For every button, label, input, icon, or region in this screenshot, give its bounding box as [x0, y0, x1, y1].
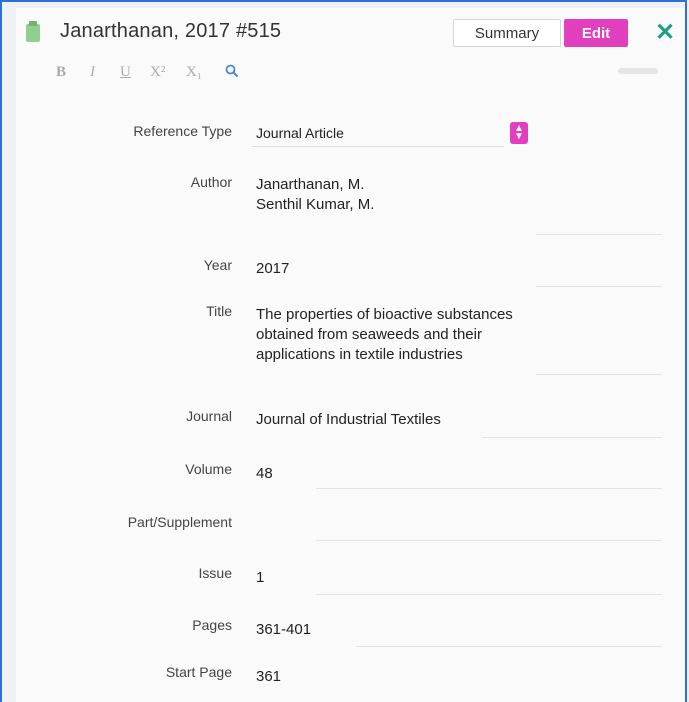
pages-value[interactable]: 361-401 — [256, 620, 311, 640]
superscript-button[interactable]: X² — [150, 64, 165, 81]
reference-title: Janarthanan, 2017 #515 — [60, 20, 282, 42]
summary-button[interactable]: Summary — [453, 19, 561, 47]
journal-label: Journal — [186, 408, 232, 424]
reference-type-value: Journal Article — [256, 125, 344, 141]
bold-button[interactable]: B — [56, 64, 66, 81]
part-supplement-value[interactable] — [256, 516, 656, 536]
author-line-1[interactable]: Janarthanan, M. — [256, 175, 364, 195]
underline-button[interactable]: U — [120, 64, 131, 81]
subscript-button[interactable]: X₁ — [186, 64, 202, 81]
reference-type-label: Reference Type — [133, 123, 232, 139]
title-underline — [536, 374, 662, 375]
journal-value[interactable]: Journal of Industrial Textiles — [256, 410, 441, 430]
part-supplement-underline — [316, 540, 662, 541]
issue-value[interactable]: 1 — [256, 568, 264, 588]
year-value[interactable]: 2017 — [256, 259, 289, 279]
title-line-3[interactable]: applications in textile industries — [256, 345, 463, 365]
journal-underline — [482, 437, 662, 438]
issue-label: Issue — [198, 565, 232, 581]
title-label: Title — [206, 303, 232, 319]
pages-label: Pages — [192, 617, 232, 633]
edit-button[interactable]: Edit — [564, 19, 628, 47]
volume-value[interactable]: 48 — [256, 464, 273, 484]
title-line-2[interactable]: obtained from seaweeds and their — [256, 325, 482, 345]
format-toolbar: B I U X² X₁ — [16, 58, 684, 88]
italic-button[interactable]: I — [90, 64, 95, 81]
start-page-label: Start Page — [165, 664, 232, 680]
year-underline — [536, 286, 662, 287]
title-line-1[interactable]: The properties of bioactive substances — [256, 305, 513, 325]
year-label: Year — [203, 257, 232, 273]
author-label: Author — [190, 174, 232, 190]
toolbar-collapsed-control[interactable] — [618, 68, 658, 74]
author-line-2[interactable]: Senthil Kumar, M. — [256, 195, 374, 215]
select-arrows-icon[interactable]: ▲ ▼ — [510, 122, 528, 144]
volume-label: Volume — [185, 461, 232, 477]
issue-underline — [316, 594, 662, 595]
start-page-value[interactable]: 361 — [256, 667, 281, 687]
close-icon[interactable]: ✕ — [654, 21, 676, 45]
volume-underline — [316, 488, 662, 489]
reference-panel: Janarthanan, 2017 #515 Summary Edit ✕ B … — [16, 8, 684, 702]
author-underline — [536, 234, 662, 235]
pages-underline — [356, 646, 662, 647]
part-supplement-label: Part/Supplement — [127, 514, 232, 530]
search-icon[interactable] — [225, 64, 239, 81]
reference-header: Janarthanan, 2017 #515 Summary Edit ✕ — [16, 8, 684, 52]
reference-icon — [26, 21, 40, 42]
